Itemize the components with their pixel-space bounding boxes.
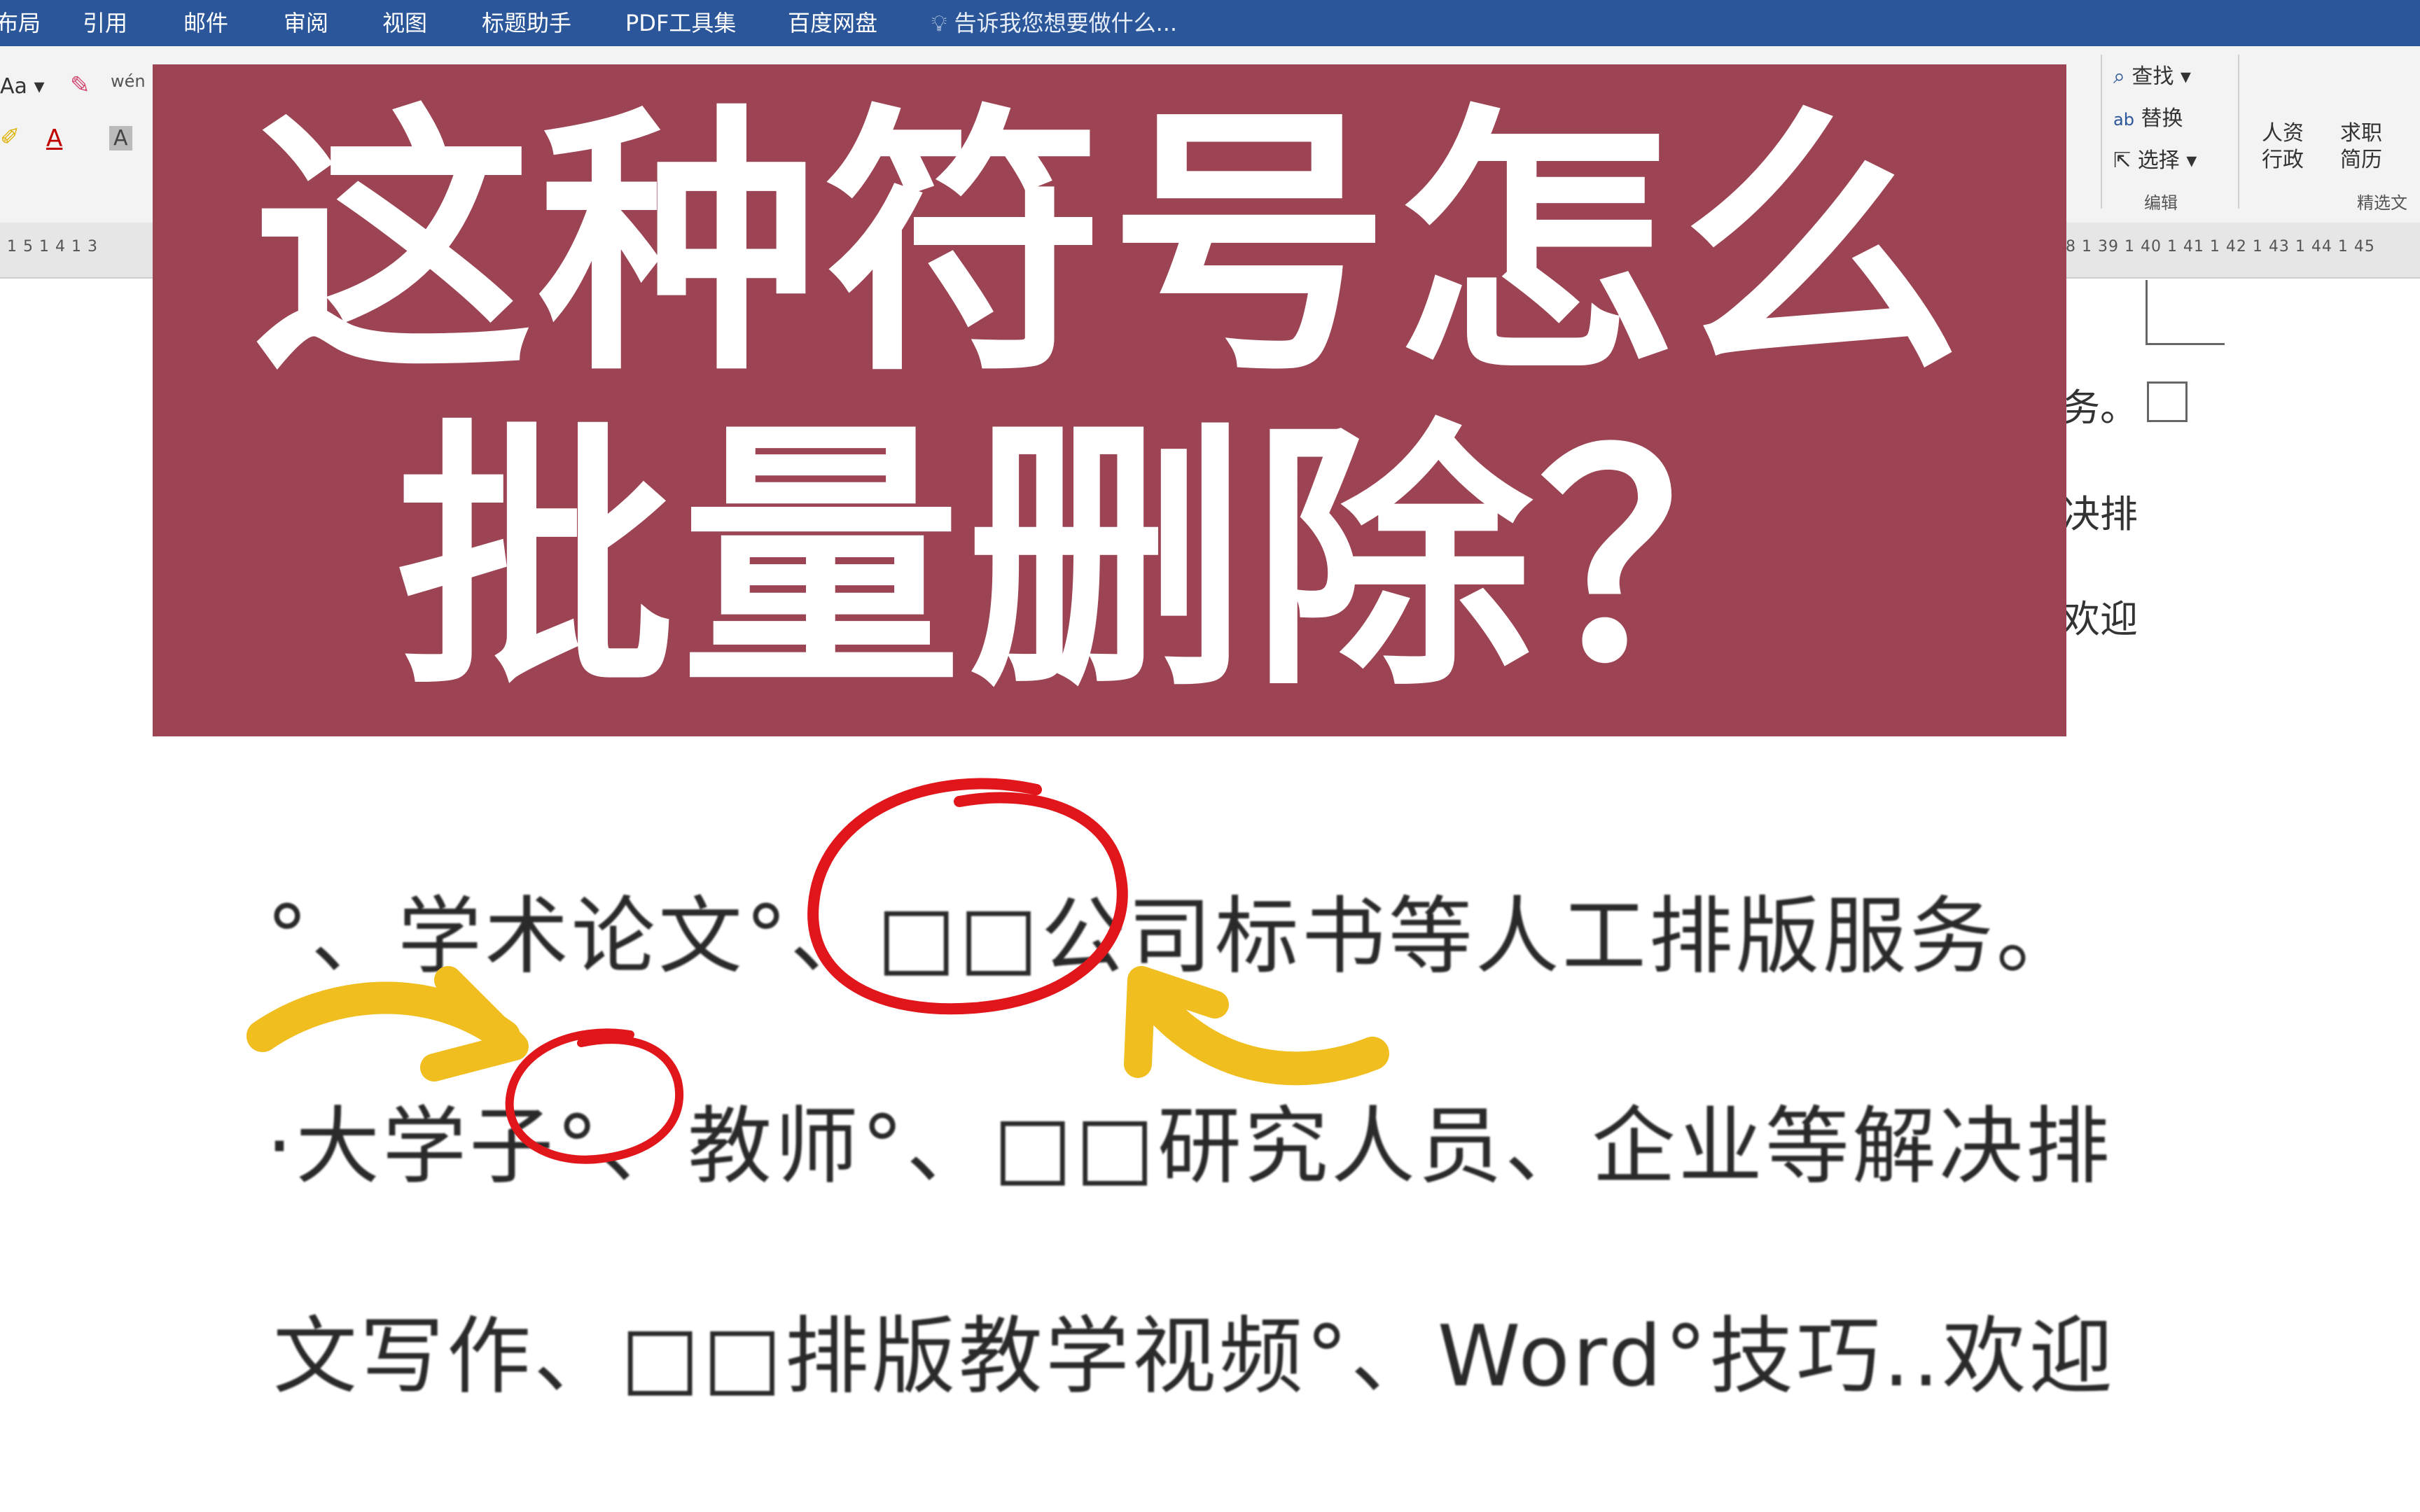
document-line: ·大学子°、教师°、□□研究人员、企业等解决排	[266, 1098, 2113, 1196]
featured-group-label: 精选文	[2357, 193, 2407, 213]
tell-me-search[interactable]: 💡︎ 告诉我您想要做什么...	[931, 0, 1177, 46]
char-shading-icon[interactable]: A	[109, 126, 132, 150]
yellow-arrow-annotation	[246, 981, 520, 1052]
replace-label: 替换	[2141, 106, 2183, 131]
select-label: 选择	[2137, 148, 2180, 173]
banner-title-line-2: 批量删除？	[395, 398, 1824, 724]
cursor-icon: ⇱	[2113, 148, 2132, 173]
document-line: 文写作、□□排版教学视频°、Word°技巧..欢迎	[273, 1308, 2116, 1406]
title-banner: 这种符号怎么 批量删除？	[153, 64, 2066, 736]
group-separator	[2101, 55, 2102, 209]
find-label: 查找	[2132, 64, 2174, 89]
find-button[interactable]: ⌕ 查找 ▾	[2113, 59, 2191, 90]
side-text-line: 决排	[2062, 492, 2138, 536]
font-color-icon[interactable]: A	[46, 125, 62, 153]
replace-button[interactable]: ab 替换	[2113, 101, 2183, 132]
tab-review[interactable]: 审阅	[284, 0, 328, 46]
select-button[interactable]: ⇱ 选择 ▾	[2113, 143, 2197, 174]
document-line: °、学术论文°、□□公司标书等人工排版服务。	[266, 888, 2083, 986]
change-case-label: Aa	[0, 74, 27, 99]
search-icon: ⌕	[2113, 64, 2125, 89]
tell-me-text: 告诉我您想要做什么...	[954, 10, 1178, 36]
lightbulb-icon: 💡︎	[931, 10, 947, 36]
change-case-button[interactable]: Aa ▾	[0, 74, 45, 99]
hr-admin-label-2: 行政	[2262, 148, 2304, 172]
job-resume-label-1: 求职	[2340, 121, 2382, 146]
editing-group-label: 编辑	[2144, 193, 2178, 213]
tab-view[interactable]: 视图	[382, 0, 427, 46]
tab-pdf-tools[interactable]: PDF工具集	[625, 0, 736, 46]
ribbon-tab-bar: 布局 引用 邮件 审阅 视图 标题助手 PDF工具集 百度网盘 💡︎ 告诉我您想…	[0, 0, 2420, 46]
job-resume-button[interactable]: 求职 简历	[2340, 120, 2382, 174]
tab-mailings[interactable]: 邮件	[183, 0, 228, 46]
tab-references[interactable]: 引用	[83, 0, 127, 46]
tab-layout[interactable]: 布局	[0, 0, 41, 46]
ruler-right-numbers: 8 1 39 1 40 1 41 1 42 1 43 1 44 1 45	[2066, 238, 2375, 255]
side-text-line: 欢迎	[2062, 597, 2138, 641]
tab-title-assistant[interactable]: 标题助手	[482, 0, 571, 46]
ruler-left-numbers: 1 5 1 4 1 3	[7, 238, 98, 255]
highlight-icon[interactable]: ✐	[0, 123, 20, 151]
replace-icon: ab	[2113, 110, 2134, 130]
group-separator	[2238, 55, 2239, 209]
side-text-line: 务。	[2062, 386, 2138, 430]
yellow-arrow-annotation	[1132, 977, 1389, 1086]
tab-baidu-netdisk[interactable]: 百度网盘	[788, 0, 877, 46]
hr-admin-button[interactable]: 人资 行政	[2262, 120, 2304, 174]
yellow-arrowhead	[420, 966, 529, 1082]
clear-format-icon[interactable]: ✎	[70, 71, 90, 99]
yellow-arrowhead	[1124, 966, 1229, 1078]
banner-title-line-1: 这种符号怎么	[252, 83, 1967, 409]
paragraph-mark-box	[2147, 382, 2188, 422]
job-resume-label-2: 简历	[2340, 148, 2382, 172]
margin-mark	[2146, 280, 2225, 345]
hr-admin-label-1: 人资	[2262, 121, 2304, 146]
phonetic-guide-button[interactable]: wén	[111, 71, 146, 91]
